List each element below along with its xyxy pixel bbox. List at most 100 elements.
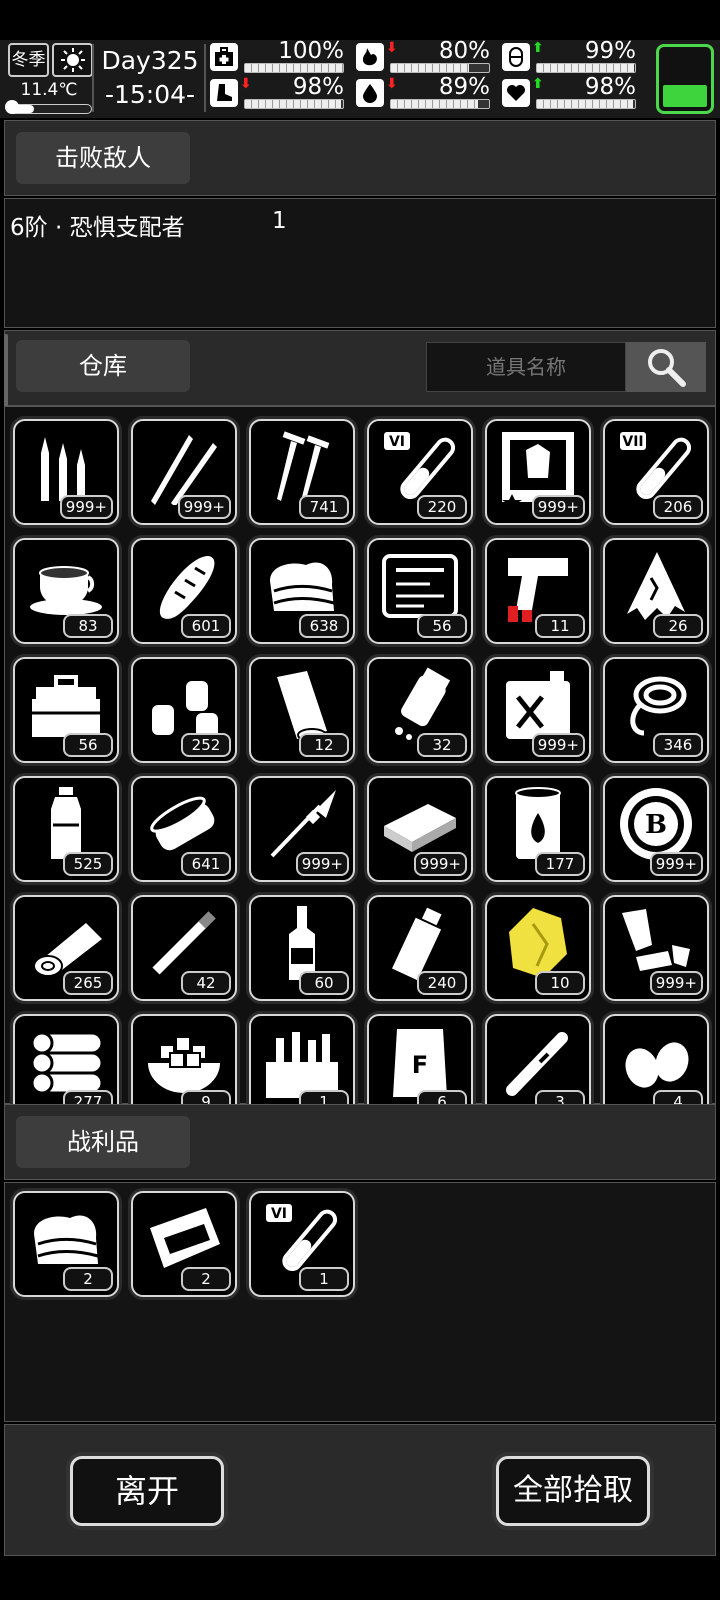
stat-bar [536, 63, 636, 73]
item-count: 1 [299, 1267, 349, 1291]
search-icon [648, 349, 686, 387]
item-slot[interactable]: 999+ [13, 419, 119, 525]
item-slot[interactable]: 741 [249, 419, 355, 525]
stat-water-drop: ⬇ 89% [356, 74, 490, 110]
item-slot[interactable]: 240 [367, 895, 473, 1001]
item-slot[interactable]: 32 [367, 657, 473, 763]
battery-icon [656, 44, 714, 114]
take-all-button[interactable]: 全部拾取 [496, 1456, 650, 1526]
item-slot[interactable]: 638 [249, 538, 355, 644]
item-slot[interactable]: 525 [13, 776, 119, 882]
item-count: 9 [181, 1090, 231, 1104]
item-slot[interactable]: 999+ [485, 657, 591, 763]
enemy-count: 1 [272, 208, 287, 234]
item-count: 999+ [59, 495, 113, 519]
loot-item-grid[interactable]: 2 2 VI 1 [8, 1186, 716, 1316]
enemy-name: 6阶 · 恐惧支配者 [10, 215, 185, 241]
warehouse-item-grid[interactable]: 999+ 999+ 741 VI 220 999+ VII 206 83 601 638 56 11 26… [8, 414, 716, 1104]
item-count: 1 [299, 1090, 349, 1104]
item-slot[interactable]: 10 [485, 895, 591, 1001]
item-slot[interactable]: 4 [603, 1014, 709, 1104]
stat-value: 100% [278, 38, 344, 64]
tab-loot[interactable]: 战利品 [16, 1116, 190, 1168]
item-slot[interactable]: 9 [131, 1014, 237, 1104]
item-slot[interactable]: 2 [13, 1191, 119, 1297]
item-count: 4 [653, 1090, 703, 1104]
item-slot[interactable]: 83 [13, 538, 119, 644]
day-counter: Day325 [101, 46, 199, 75]
stat-value: 89% [438, 74, 490, 100]
item-slot[interactable]: 641 [131, 776, 237, 882]
stat-bar [244, 63, 344, 73]
item-count: 346 [653, 733, 703, 757]
season-indicator: 冬季 [8, 43, 49, 77]
arrow-down-icon: ⬇ [386, 76, 398, 92]
item-count: 277 [63, 1090, 113, 1104]
item-count: 999+ [177, 495, 231, 519]
svg-text:VI: VI [389, 434, 405, 450]
arrow-down-icon: ⬇ [240, 76, 252, 92]
item-slot[interactable]: 999+ [249, 776, 355, 882]
thermometer-bar [8, 104, 92, 114]
item-slot[interactable]: 277 [13, 1014, 119, 1104]
pill-icon [502, 43, 530, 71]
item-slot[interactable]: VI 1 [249, 1191, 355, 1297]
item-slot[interactable]: 56 [13, 657, 119, 763]
stat-value: 99% [584, 38, 636, 64]
boot-icon [210, 79, 238, 107]
item-count: 56 [417, 614, 467, 638]
item-count: 999+ [295, 852, 349, 876]
item-count: 641 [181, 852, 231, 876]
item-slot[interactable]: 11 [485, 538, 591, 644]
item-slot[interactable]: 999+ [603, 895, 709, 1001]
search-input[interactable]: 道具名称 [426, 342, 626, 392]
item-slot[interactable]: 265 [13, 895, 119, 1001]
item-slot[interactable]: 999+ [367, 776, 473, 882]
tab-defeated-enemies[interactable]: 击败敌人 [16, 132, 190, 184]
item-slot[interactable]: 42 [131, 895, 237, 1001]
stat-bar [390, 63, 490, 73]
item-count: 220 [417, 495, 467, 519]
item-count: 638 [299, 614, 349, 638]
stat-medkit: 100% [210, 38, 344, 74]
item-slot[interactable]: 999+ [485, 419, 591, 525]
item-slot[interactable]: 601 [131, 538, 237, 644]
item-slot[interactable]: 2 [131, 1191, 237, 1297]
item-count: 12 [299, 733, 349, 757]
svg-text:B: B [645, 810, 667, 840]
arrow-down-icon: ⬇ [386, 40, 398, 56]
sun-icon [52, 43, 93, 77]
item-slot[interactable]: VII 206 [603, 419, 709, 525]
item-count: 999+ [649, 971, 703, 995]
item-slot[interactable]: 60 [249, 895, 355, 1001]
item-slot[interactable]: 56 [367, 538, 473, 644]
item-slot[interactable]: 346 [603, 657, 709, 763]
stat-value: 98% [292, 74, 344, 100]
item-slot[interactable]: 12 [249, 657, 355, 763]
item-count: 3 [535, 1090, 585, 1104]
item-slot[interactable]: 999+ [131, 419, 237, 525]
tab-warehouse[interactable]: 仓库 [16, 340, 190, 392]
item-slot[interactable]: 1 [249, 1014, 355, 1104]
item-slot[interactable]: B 999+ [603, 776, 709, 882]
clock: -15:04- [104, 80, 196, 109]
item-count: 601 [181, 614, 231, 638]
item-count: 32 [417, 733, 467, 757]
item-slot[interactable]: 177 [485, 776, 591, 882]
stat-stomach: ⬇ 80% [356, 38, 490, 74]
item-slot[interactable]: VI 220 [367, 419, 473, 525]
item-count: 252 [181, 733, 231, 757]
item-count: 999+ [531, 733, 585, 757]
item-count: 265 [63, 971, 113, 995]
item-slot[interactable]: 26 [603, 538, 709, 644]
item-count: 999+ [649, 852, 703, 876]
item-count: 240 [417, 971, 467, 995]
item-slot[interactable]: F6 [367, 1014, 473, 1104]
search-button[interactable] [626, 342, 706, 392]
item-count: 2 [181, 1267, 231, 1291]
stat-pill: ⬆ 99% [502, 38, 636, 74]
item-slot[interactable]: 3 [485, 1014, 591, 1104]
item-slot[interactable]: 252 [131, 657, 237, 763]
item-count: 2 [63, 1267, 113, 1291]
leave-button[interactable]: 离开 [70, 1456, 224, 1526]
